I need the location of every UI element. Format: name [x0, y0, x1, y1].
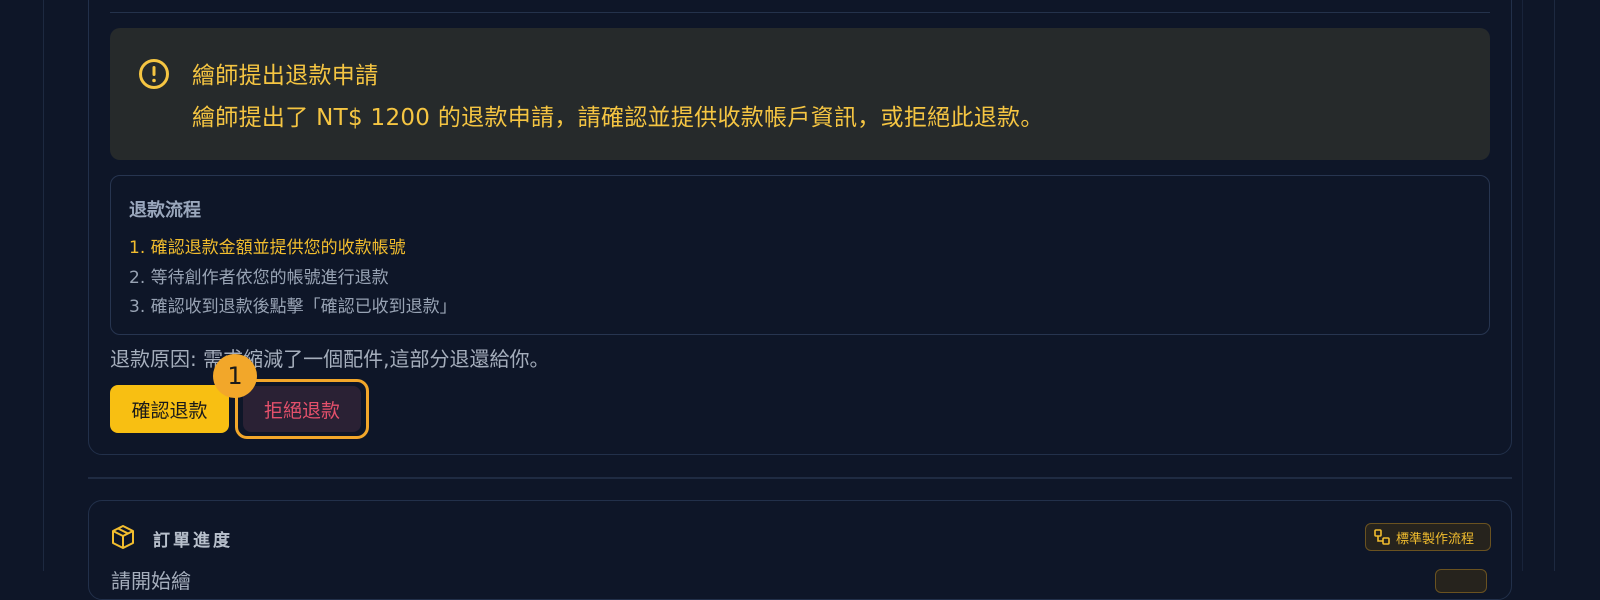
step-marker: 1 [213, 354, 257, 398]
confirm-refund-button[interactable]: 確認退款 [110, 385, 229, 433]
section-divider [88, 477, 1512, 479]
alert-title: 繪師提出退款申請 [192, 63, 379, 89]
standard-flow-badge[interactable]: 標準製作流程 [1365, 523, 1491, 551]
refund-steps-box: 退款流程 1. 確認退款金額並提供您的收款帳號 2. 等待創作者依您的帳號進行退… [110, 175, 1490, 335]
right-rail-inner [1522, 0, 1523, 571]
alert-message: 繪師提出了 NT$ 1200 的退款申請，請確認並提供收款帳戶資訊，或拒絕此退款… [192, 105, 1044, 131]
refund-steps-title: 退款流程 [129, 200, 201, 221]
standard-flow-label: 標準製作流程 [1396, 531, 1475, 547]
flow-icon [1374, 529, 1390, 545]
refund-step-1: 1. 確認退款金額並提供您的收款帳號 [129, 238, 406, 258]
refund-step-2: 2. 等待創作者依您的帳號進行退款 [129, 268, 389, 288]
order-progress-card: 訂單進度 標準製作流程 請開始繪 [88, 500, 1512, 600]
refund-alert: 繪師提出退款申請 繪師提出了 NT$ 1200 的退款申請，請確認並提供收款帳戶… [110, 28, 1490, 160]
reject-refund-button[interactable]: 拒絕退款 [243, 386, 361, 432]
right-rail [1554, 0, 1555, 571]
refund-reason: 退款原因: 需求縮減了一個配件,這部分退還給你。 [110, 347, 550, 371]
refund-step-3: 3. 確認收到退款後點擊「確認已收到退款」 [129, 297, 457, 317]
left-rail [43, 0, 44, 571]
order-status-partial: 請開始繪 [111, 569, 191, 593]
order-progress-title: 訂單進度 [153, 531, 233, 551]
reject-button-highlight: 拒絕退款 [235, 379, 369, 439]
top-divider [110, 12, 1490, 13]
box-icon [112, 525, 134, 549]
status-badge [1435, 569, 1487, 593]
exclamation-circle-icon [139, 59, 169, 89]
